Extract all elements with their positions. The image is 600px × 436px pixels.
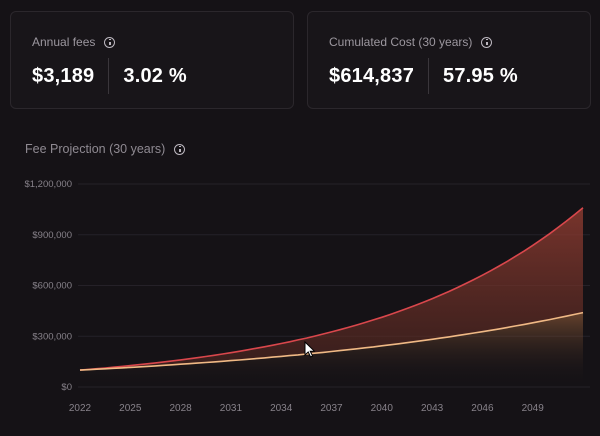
- x-tick-label: 2049: [522, 403, 545, 414]
- y-tick-label: $1,200,000: [24, 179, 72, 190]
- x-tick-label: 2022: [69, 403, 92, 414]
- x-tick-label: 2025: [119, 403, 142, 414]
- fee-projection-chart[interactable]: $0 $300,000 $600,000 $900,000 $1,200,000 202…: [0, 0, 600, 436]
- x-tick-label: 2043: [421, 403, 444, 414]
- y-tick-label: $600,000: [32, 281, 72, 292]
- fee-dashboard: Annual fees $3,189 3.02 % Cumulated Cost…: [0, 0, 600, 436]
- y-tick-label: $0: [61, 382, 72, 393]
- x-tick-label: 2037: [320, 403, 343, 414]
- y-axis-ticks: $0 $300,000 $600,000 $900,000 $1,200,000: [24, 179, 72, 393]
- x-tick-label: 2031: [220, 403, 243, 414]
- y-tick-label: $300,000: [32, 331, 72, 342]
- x-tick-label: 2034: [270, 403, 293, 414]
- x-axis-ticks: 2022 2025 2028 2031 2034 2037 2040 2043 2046 2049: [69, 403, 544, 414]
- y-tick-label: $900,000: [32, 230, 72, 241]
- x-tick-label: 2040: [371, 403, 394, 414]
- x-tick-label: 2046: [471, 403, 494, 414]
- x-tick-label: 2028: [169, 403, 192, 414]
